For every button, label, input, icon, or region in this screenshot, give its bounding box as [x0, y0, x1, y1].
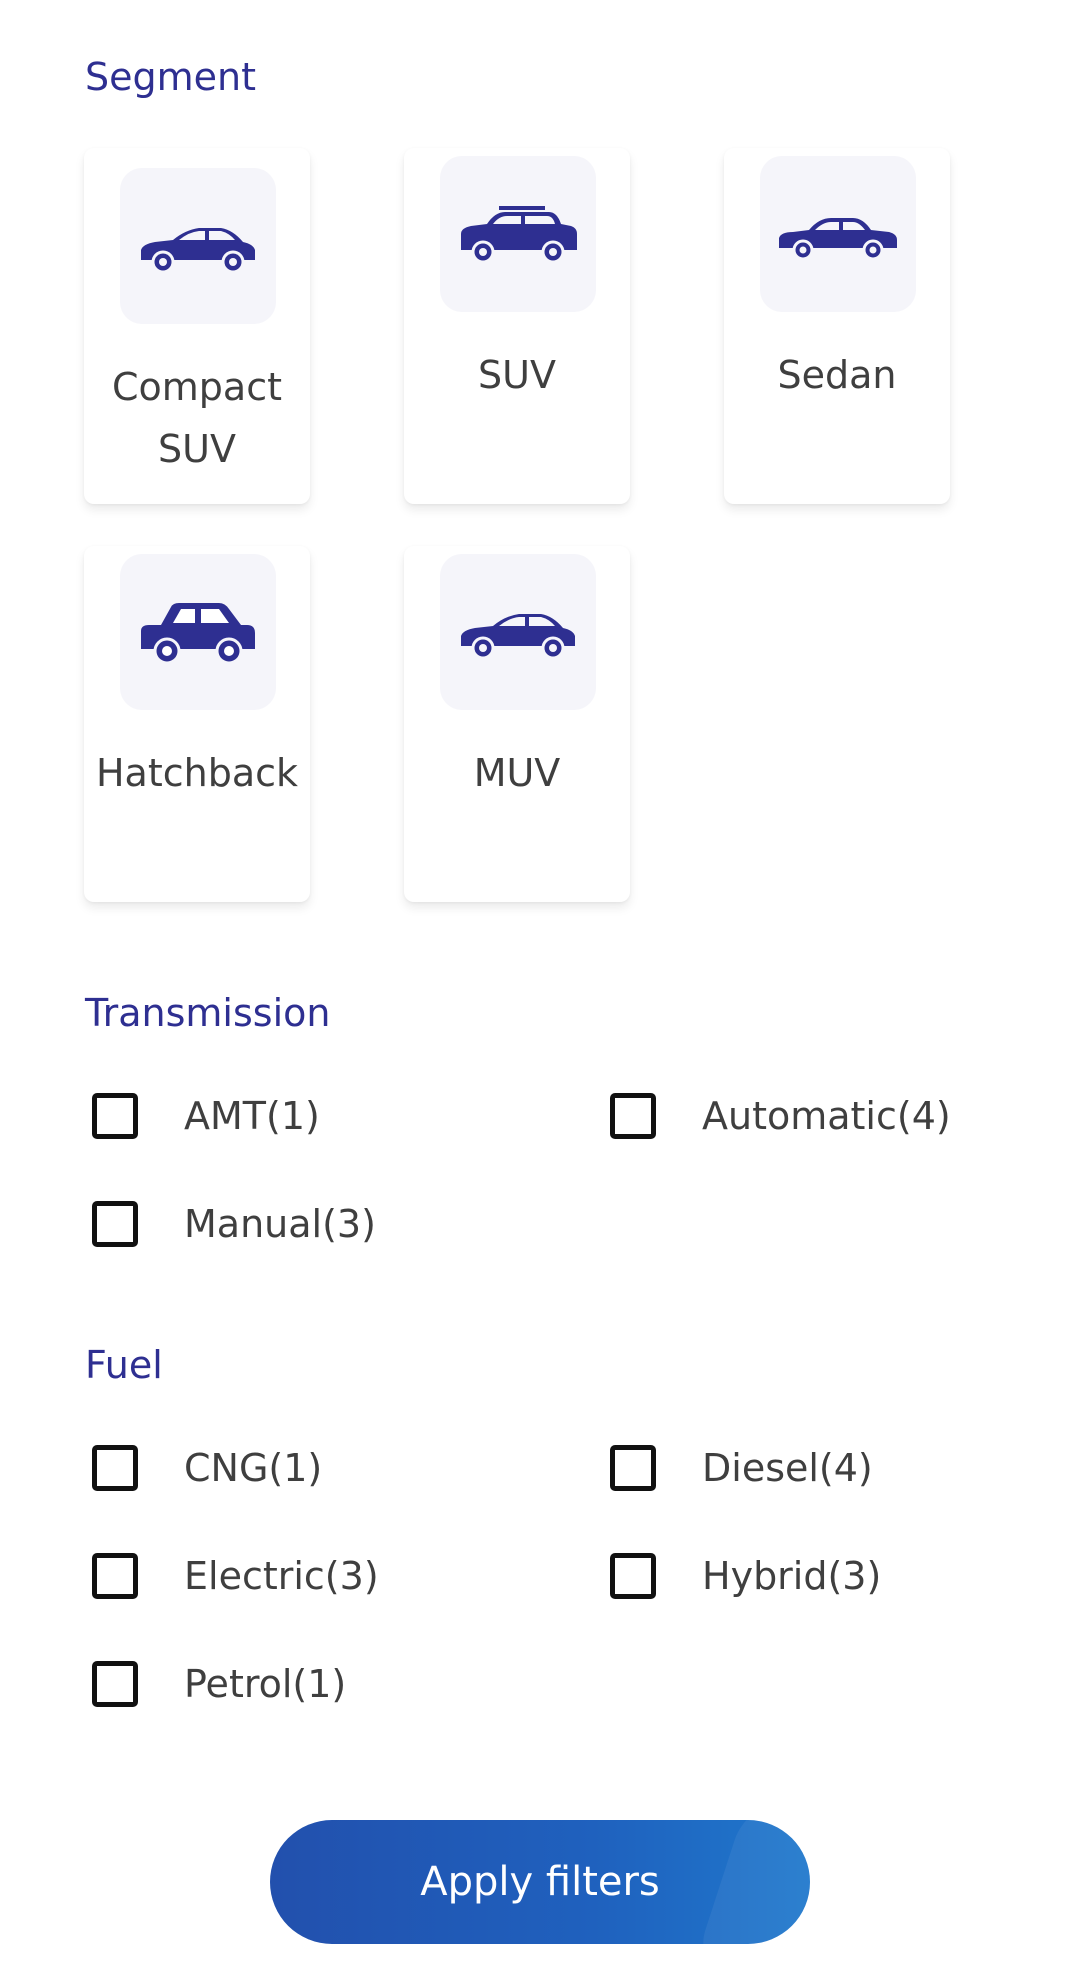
petrol-checkbox[interactable]: [92, 1661, 138, 1707]
compact-suv-car-icon: [120, 168, 276, 324]
segment-title: Segment: [85, 55, 256, 99]
cng-checkbox[interactable]: [92, 1445, 138, 1491]
automatic-checkbox[interactable]: [610, 1093, 656, 1139]
option-amt[interactable]: AMT(1): [84, 1086, 320, 1146]
manual-label: Manual(3): [184, 1202, 376, 1246]
amt-checkbox[interactable]: [92, 1093, 138, 1139]
segment-card-suv[interactable]: SUV: [404, 148, 630, 504]
segment-card-compact-suv[interactable]: Compact SUV: [84, 148, 310, 504]
automatic-label: Automatic(4): [702, 1094, 951, 1138]
transmission-title: Transmission: [85, 991, 331, 1035]
sedan-car-icon: [760, 156, 916, 312]
option-electric[interactable]: Electric(3): [84, 1546, 379, 1606]
fuel-title: Fuel: [85, 1343, 163, 1387]
suv-car-icon: [440, 156, 596, 312]
diesel-label: Diesel(4): [702, 1446, 873, 1490]
segment-card-sedan[interactable]: Sedan: [724, 148, 950, 504]
option-petrol[interactable]: Petrol(1): [84, 1654, 346, 1714]
segment-card-muv[interactable]: MUV: [404, 546, 630, 902]
diesel-checkbox[interactable]: [610, 1445, 656, 1491]
hatchback-car-icon: [120, 554, 276, 710]
button-shine-decoration: [692, 1820, 810, 1944]
hybrid-label: Hybrid(3): [702, 1554, 882, 1598]
apply-filters-label: Apply filters: [420, 1859, 660, 1905]
segment-label-suv: SUV: [478, 353, 556, 397]
option-diesel[interactable]: Diesel(4): [602, 1438, 873, 1498]
electric-label: Electric(3): [184, 1554, 379, 1598]
electric-checkbox[interactable]: [92, 1553, 138, 1599]
option-manual[interactable]: Manual(3): [84, 1194, 376, 1254]
hybrid-checkbox[interactable]: [610, 1553, 656, 1599]
manual-checkbox[interactable]: [92, 1201, 138, 1247]
segment-label-compact: Compact: [112, 365, 282, 409]
muv-car-icon: [440, 554, 596, 710]
segment-label-sedan: Sedan: [777, 353, 897, 397]
option-hybrid[interactable]: Hybrid(3): [602, 1546, 881, 1606]
option-automatic[interactable]: Automatic(4): [602, 1086, 951, 1146]
segment-label-suv-line2: SUV: [158, 427, 236, 471]
option-cng[interactable]: CNG(1): [84, 1438, 322, 1498]
amt-label: AMT(1): [184, 1094, 320, 1138]
segment-label-hatchback: Hatchback: [95, 751, 299, 795]
segment-label-muv: MUV: [473, 751, 561, 795]
cng-label: CNG(1): [184, 1446, 323, 1490]
apply-filters-button[interactable]: Apply filters: [270, 1820, 810, 1944]
segment-card-hatchback[interactable]: Hatchback: [84, 546, 310, 902]
petrol-label: Petrol(1): [184, 1662, 347, 1706]
